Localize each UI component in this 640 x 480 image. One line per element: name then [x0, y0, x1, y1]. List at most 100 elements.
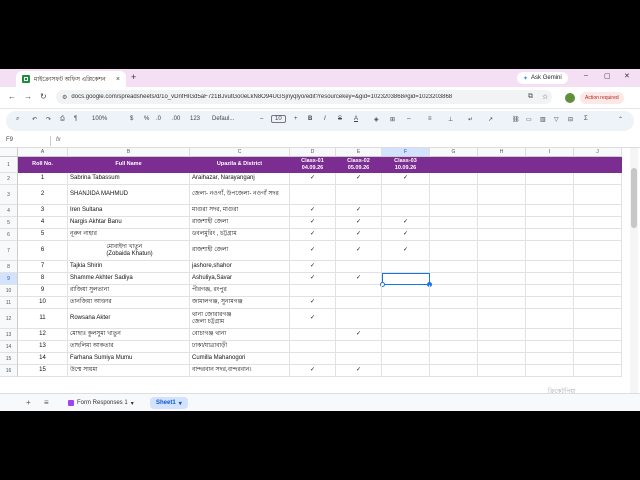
column-header-i[interactable]: I: [526, 148, 574, 157]
cell-empty[interactable]: [574, 273, 622, 285]
cell-c2[interactable]: [336, 341, 382, 353]
cell-c1[interactable]: [290, 353, 336, 365]
cell-c3[interactable]: [382, 185, 430, 205]
action-required-button[interactable]: Action required: [580, 92, 624, 104]
cell-name[interactable]: Shamme Akhter Sadiya: [68, 273, 190, 285]
cell-empty[interactable]: [574, 309, 622, 329]
url-field[interactable]: ⚙ docs.google.com/spreadsheets/d/1o_vDnf…: [56, 90, 552, 104]
cell-name[interactable]: নূরুন নাহার: [68, 229, 190, 241]
font-select[interactable]: Defaul...: [212, 116, 234, 122]
cell-roll[interactable]: 15: [18, 365, 68, 377]
cell-empty[interactable]: [526, 185, 574, 205]
cell-c3[interactable]: ✓: [382, 173, 430, 185]
cell-place[interactable]: jashore,shahor: [190, 261, 290, 273]
reload-button[interactable]: ↻: [40, 92, 47, 101]
cell-c1[interactable]: ✓: [290, 205, 336, 217]
row-header[interactable]: 2: [0, 173, 18, 185]
maximize-button[interactable]: ▢: [604, 72, 611, 80]
cell-empty[interactable]: [526, 341, 574, 353]
cell-empty[interactable]: [478, 353, 526, 365]
cell-roll[interactable]: 13: [18, 341, 68, 353]
cell-name[interactable]: তাছলিমা আকতার: [68, 341, 190, 353]
cell-c3[interactable]: ✓: [382, 241, 430, 261]
print-icon[interactable]: ⎙: [60, 116, 65, 123]
avatar[interactable]: [565, 93, 575, 103]
cell-name[interactable]: তানজিয়া আক্তার: [68, 297, 190, 309]
cell-c2[interactable]: [336, 297, 382, 309]
cell-c3[interactable]: [382, 205, 430, 217]
comment-icon[interactable]: ▭: [526, 116, 532, 123]
cell-roll[interactable]: 1: [18, 173, 68, 185]
text-rotation-icon[interactable]: ↗: [488, 116, 493, 123]
cell-empty[interactable]: [574, 229, 622, 241]
ask-gemini-button[interactable]: ✦ Ask Gemini: [517, 72, 568, 84]
cell-c2[interactable]: ✓: [336, 365, 382, 377]
cell-empty[interactable]: [478, 273, 526, 285]
search-icon[interactable]: ⌕: [16, 116, 19, 123]
undo-icon[interactable]: ↶: [32, 116, 37, 123]
cell-c1[interactable]: ✓: [290, 217, 336, 229]
row-header[interactable]: 5: [0, 217, 18, 229]
cell-c1[interactable]: ✓: [290, 229, 336, 241]
all-sheets-button[interactable]: ≡: [44, 398, 49, 407]
cell-place[interactable]: মাগুরা সদর, মাগুরা: [190, 205, 290, 217]
row-header[interactable]: 1: [0, 157, 18, 173]
font-size-input[interactable]: 10: [271, 115, 286, 123]
cell-c2[interactable]: ✓: [336, 229, 382, 241]
spreadsheet-grid[interactable]: A B C D E F G H I J 1 Roll No. Full Name Upazila & Di…: [0, 148, 640, 411]
row-header[interactable]: 12: [0, 309, 18, 329]
row-header[interactable]: 13: [0, 329, 18, 341]
cell-c3[interactable]: [382, 365, 430, 377]
cell-name[interactable]: Iren Sultana: [68, 205, 190, 217]
selected-cell[interactable]: [382, 273, 430, 285]
cell-empty[interactable]: [430, 205, 478, 217]
cell-c1[interactable]: ✓: [290, 273, 336, 285]
cell-name[interactable]: মোবাইদা খাতুন (Zobaida Khatun): [68, 241, 190, 261]
cell-name[interactable]: Tajkia Shirin: [68, 261, 190, 273]
cell-c2[interactable]: ✓: [336, 241, 382, 261]
cell-place[interactable]: Ashuliya,Savar: [190, 273, 290, 285]
link-icon[interactable]: ⛓: [512, 116, 520, 123]
cell-empty[interactable]: [526, 241, 574, 261]
cell-roll[interactable]: 3: [18, 205, 68, 217]
increase-decimals-button[interactable]: .00: [172, 116, 180, 122]
vertical-align-icon[interactable]: ⊥: [448, 116, 453, 123]
row-header[interactable]: 6: [0, 229, 18, 241]
cell-c3[interactable]: [382, 285, 430, 297]
horizontal-align-icon[interactable]: ≡: [428, 116, 432, 122]
cell-roll[interactable]: 4: [18, 217, 68, 229]
cell-c1[interactable]: ✓: [290, 309, 336, 329]
row-header[interactable]: 8: [0, 261, 18, 273]
cell-c3[interactable]: [382, 297, 430, 309]
cell-c2[interactable]: ✓: [336, 217, 382, 229]
cell-empty[interactable]: [574, 217, 622, 229]
column-header-e[interactable]: E: [336, 148, 382, 157]
cell-empty[interactable]: [526, 273, 574, 285]
cell-empty[interactable]: [478, 309, 526, 329]
cell-empty[interactable]: [574, 365, 622, 377]
column-header-b[interactable]: B: [68, 148, 190, 157]
column-header-f[interactable]: F: [382, 148, 430, 157]
cell-empty[interactable]: [430, 185, 478, 205]
cell-empty[interactable]: [430, 353, 478, 365]
cell-c2[interactable]: [336, 261, 382, 273]
cell-empty[interactable]: [478, 329, 526, 341]
cell-c2[interactable]: [336, 285, 382, 297]
browser-tab[interactable]: মাইক্রোসফট অফিস এপ্লিকেশন ×: [16, 71, 126, 87]
italic-button[interactable]: I: [324, 116, 326, 122]
cell-c1[interactable]: ✓: [290, 241, 336, 261]
cell-roll[interactable]: 9: [18, 285, 68, 297]
cell-c2[interactable]: ✓: [336, 329, 382, 341]
cell-roll[interactable]: 12: [18, 329, 68, 341]
cell-c1[interactable]: ✓: [290, 261, 336, 273]
cell-empty[interactable]: [574, 241, 622, 261]
scrollbar-thumb[interactable]: [631, 168, 637, 228]
cell-empty[interactable]: [478, 285, 526, 297]
cell-roll[interactable]: 8: [18, 273, 68, 285]
row-header[interactable]: 15: [0, 353, 18, 365]
cell-c3[interactable]: ✓: [382, 217, 430, 229]
cell-c1[interactable]: [290, 329, 336, 341]
cell-empty[interactable]: [574, 353, 622, 365]
chevron-down-icon[interactable]: ▾: [179, 400, 182, 407]
cell-empty[interactable]: [526, 329, 574, 341]
